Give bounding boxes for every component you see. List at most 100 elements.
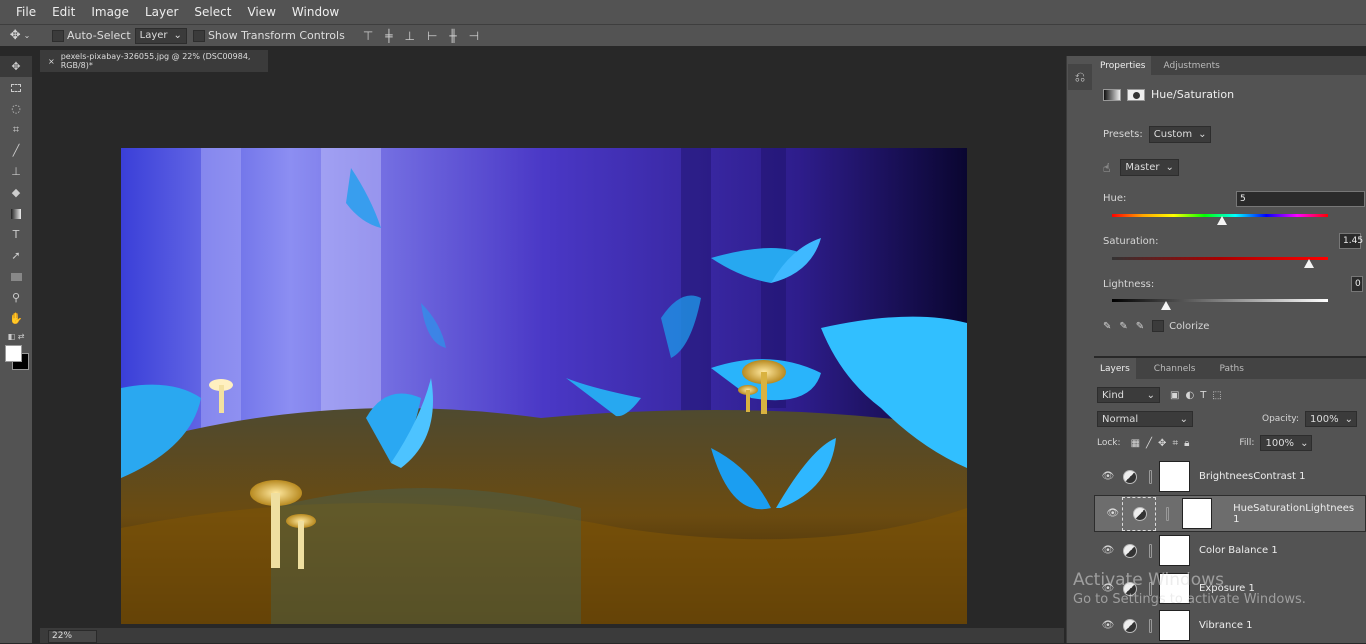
menu-select[interactable]: Select [186, 5, 239, 19]
eyedropper-icon[interactable]: ✎ [1103, 321, 1111, 332]
blend-mode-dropdown[interactable]: Normal ⌄ [1097, 411, 1193, 427]
lightness-input[interactable]: 0 [1351, 276, 1363, 292]
layer-mask-thumbnail[interactable] [1159, 535, 1190, 566]
auto-select-label: Auto-Select [67, 29, 131, 42]
layer-mask-thumbnail[interactable] [1159, 461, 1190, 492]
adjustment-title: Hue/Saturation [1151, 88, 1235, 101]
visibility-eye-icon[interactable]: 👁︎ [1094, 471, 1122, 482]
lock-transparent-icon[interactable]: ▦ [1131, 438, 1140, 449]
auto-select-target-dropdown[interactable]: Layer ⌄ [134, 27, 187, 44]
tab-paths[interactable]: Paths [1213, 358, 1249, 379]
align-horizontal-centers-icon[interactable]: ╫ [449, 29, 456, 43]
tab-layers[interactable]: Layers [1094, 358, 1136, 379]
lock-image-icon[interactable]: ╱ [1146, 438, 1152, 449]
align-right-edges-icon[interactable]: ⊣ [469, 29, 479, 43]
move-tool-preset-icon[interactable]: ✥ ⌄ [0, 28, 40, 43]
menu-window[interactable]: Window [284, 5, 347, 19]
hue-input[interactable]: 5 [1236, 191, 1365, 207]
foreground-color-swatch[interactable] [5, 345, 22, 362]
layer-row-selected[interactable]: 👁︎ HueSaturationLightnees 1 [1094, 495, 1366, 532]
menu-edit[interactable]: Edit [44, 5, 83, 19]
hue-slider-thumb[interactable] [1217, 216, 1228, 225]
stamp-tool-icon[interactable]: ⊥ [0, 161, 32, 182]
layer-mask-thumbnail[interactable] [1159, 610, 1190, 641]
align-left-edges-icon[interactable]: ⊢ [427, 29, 437, 43]
history-panel-icon[interactable]: ⎌ [1068, 64, 1092, 90]
brush-tool-icon[interactable]: ╱ [0, 140, 32, 161]
kind-filter-dropdown[interactable]: Kind ⌄ [1097, 387, 1160, 403]
filter-pixel-icon[interactable]: ▣ [1170, 390, 1179, 401]
colorize-checkbox[interactable] [1152, 320, 1165, 332]
align-top-edges-icon[interactable]: ⊤ [363, 29, 373, 43]
eyedropper-subtract-icon[interactable]: ✎ [1136, 321, 1144, 332]
saturation-slider-track[interactable] [1112, 257, 1328, 260]
opacity-input[interactable]: 100% ⌄ [1305, 411, 1357, 427]
hand-tool-icon[interactable]: ✋ [0, 308, 32, 329]
align-bottom-edges-icon[interactable]: ⊥ [405, 29, 415, 43]
document-tab-title: pexels-pixabay-326055.jpg @ 22% (DSC0098… [60, 52, 251, 70]
document-tab[interactable]: × pexels-pixabay-326055.jpg @ 22% (DSC00… [40, 50, 268, 72]
saturation-slider-thumb[interactable] [1303, 259, 1314, 268]
show-transform-checkbox[interactable] [192, 29, 205, 42]
visibility-eye-icon[interactable]: 👁︎ [1094, 545, 1122, 556]
color-swatches[interactable] [0, 343, 32, 373]
menu-layer[interactable]: Layer [137, 5, 186, 19]
targeted-adjustment-hand-icon[interactable]: ☝ [1103, 161, 1110, 175]
zoom-tool-icon[interactable]: ⚲ [0, 287, 32, 308]
lock-position-icon[interactable]: ✥ [1158, 438, 1166, 449]
lock-all-icon[interactable]: 🔒︎ [1184, 438, 1189, 449]
mask-link-icon[interactable] [1149, 469, 1152, 484]
layer-row[interactable]: 👁︎ Vibrance 1 [1094, 607, 1366, 644]
layer-mask-icon[interactable] [1127, 88, 1145, 101]
tab-adjustments[interactable]: Adjustments [1157, 56, 1225, 75]
layer-name[interactable]: Color Balance 1 [1199, 545, 1278, 556]
lasso-tool-icon[interactable]: ◌ [0, 98, 32, 119]
document-image[interactable] [121, 148, 967, 624]
blend-row: Normal ⌄ Opacity: 100% ⌄ [1097, 411, 1357, 427]
filter-type-icon[interactable]: T [1200, 390, 1206, 401]
channel-dropdown[interactable]: Master ⌄ [1120, 159, 1179, 176]
layer-name[interactable]: HueSaturationLightnees 1 [1233, 503, 1361, 525]
layer-row[interactable]: 👁︎ BrightneesContrast 1 [1094, 458, 1366, 495]
mask-link-icon[interactable] [1149, 543, 1152, 558]
mask-link-icon[interactable] [1165, 506, 1169, 521]
menu-image[interactable]: Image [83, 5, 137, 19]
close-icon[interactable]: × [48, 57, 55, 66]
layer-row[interactable]: 👁︎ Color Balance 1 [1094, 532, 1366, 569]
tab-channels[interactable]: Channels [1148, 358, 1202, 379]
document-tab-bar: × pexels-pixabay-326055.jpg @ 22% (DSC00… [40, 50, 1064, 72]
adjustment-layer-thumbnail[interactable] [1122, 496, 1156, 531]
zoom-level-field[interactable]: 22% [48, 630, 97, 643]
align-vertical-centers-icon[interactable]: ╪ [385, 29, 392, 43]
layer-mask-thumbnail[interactable] [1181, 498, 1213, 529]
lock-artboard-icon[interactable]: ⌗ [1172, 438, 1178, 449]
lightness-slider-thumb[interactable] [1161, 301, 1171, 310]
opacity-label: Opacity: [1262, 414, 1299, 424]
visibility-eye-icon[interactable]: 👁︎ [1094, 620, 1122, 631]
menu-view[interactable]: View [239, 5, 283, 19]
fill-input[interactable]: 100% ⌄ [1260, 435, 1313, 451]
type-tool-icon[interactable]: T [0, 224, 32, 245]
saturation-input[interactable]: 1.45 [1339, 233, 1363, 249]
presets-dropdown[interactable]: Custom ⌄ [1148, 126, 1212, 143]
crop-tool-icon[interactable]: ⌗ [0, 119, 32, 140]
filter-shape-icon[interactable]: ⬚ [1212, 390, 1221, 401]
mask-link-icon[interactable] [1149, 618, 1152, 633]
default-colors-icon[interactable]: ◧ ⇄ [0, 329, 32, 343]
gradient-tool-icon[interactable] [0, 203, 32, 224]
marquee-tool-icon[interactable] [0, 77, 32, 98]
path-selection-tool-icon[interactable]: ➚ [0, 245, 32, 266]
adjustment-header: Hue/Saturation [1103, 88, 1234, 101]
menu-file[interactable]: File [8, 5, 44, 19]
eraser-tool-icon[interactable]: ◆ [0, 182, 32, 203]
lightness-slider-track[interactable] [1112, 299, 1328, 302]
layer-name[interactable]: Vibrance 1 [1199, 620, 1253, 631]
auto-select-checkbox[interactable] [52, 29, 64, 42]
move-tool-icon[interactable]: ✥ [0, 56, 32, 77]
tab-properties[interactable]: Properties [1094, 56, 1152, 75]
rectangle-tool-icon[interactable] [0, 266, 32, 287]
saturation-label: Saturation: [1103, 236, 1159, 247]
filter-adjustment-icon[interactable]: ◐ [1185, 390, 1194, 401]
eyedropper-add-icon[interactable]: ✎ [1119, 321, 1127, 332]
layer-name[interactable]: BrightneesContrast 1 [1199, 471, 1305, 482]
